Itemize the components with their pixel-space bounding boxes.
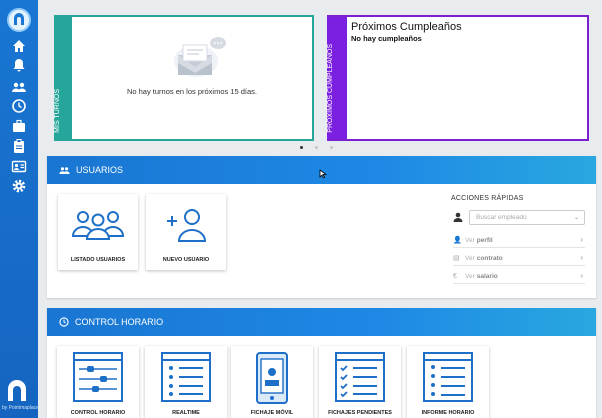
tile-label: NUEVO USUARIO — [162, 257, 210, 263]
listado-usuarios-tile[interactable]: LISTADO USUARIOS — [58, 194, 138, 270]
app-logo[interactable] — [7, 8, 31, 32]
search-employee-select[interactable]: Buscar empleado ⌄ — [469, 210, 585, 225]
clock-icon — [59, 317, 69, 327]
carousel-dots — [300, 146, 333, 149]
turnos-empty-message: No hay turnos en los próximos 15 días. — [126, 87, 258, 96]
id-card-icon[interactable] — [11, 158, 27, 174]
search-placeholder: Buscar empleado — [476, 214, 527, 221]
cumpleanos-card: PRÓXIMOS CUMPLEAÑOS Próximos Cumpleaños … — [327, 15, 589, 141]
informe-horario-tile[interactable]: INFORME HORARIO — [407, 346, 489, 418]
ver-perfil-action[interactable]: 👤 Ver perfil › — [453, 233, 585, 248]
tile-label: LISTADO USUARIOS — [70, 257, 126, 263]
usuarios-title: USUARIOS — [76, 165, 124, 175]
action-prefix: Ver — [465, 272, 475, 280]
cumpleanos-subtitle: No hay cumpleaños — [351, 34, 422, 43]
tile-label: FICHAJE MÓVIL — [250, 410, 294, 416]
action-prefix: Ver — [465, 254, 475, 262]
cumpleanos-strip: PRÓXIMOS CUMPLEAÑOS — [327, 17, 347, 139]
chevron-down-icon: ⌄ — [573, 215, 579, 221]
action-label: salario — [476, 272, 498, 280]
clipboard-icon[interactable] — [11, 138, 27, 154]
user-icon: 👤 — [453, 237, 462, 244]
ver-salario-action[interactable]: € Ver salario › — [453, 269, 585, 284]
tile-label: CONTROL HORARIO — [70, 410, 126, 416]
turnos-strip: MIS TURNOS — [54, 17, 72, 139]
brand-logo — [8, 380, 26, 401]
mobile-phone-icon — [256, 352, 288, 404]
carousel-dot[interactable] — [300, 146, 303, 149]
control-horario-panel: CONTROL HORARIO CONTROL HORARIO REALTIME… — [47, 308, 596, 418]
mouse-cursor-icon — [319, 169, 327, 179]
tile-label: REALTIME — [172, 410, 200, 416]
bell-icon[interactable] — [11, 57, 27, 73]
realtime-list-icon — [161, 352, 211, 402]
control-horario-title: CONTROL HORARIO — [75, 317, 164, 327]
action-label: perfil — [476, 236, 493, 244]
sliders-window-icon — [73, 352, 123, 402]
briefcase-icon[interactable] — [11, 118, 27, 134]
add-user-icon — [167, 209, 207, 242]
cumpleanos-title: Próximos Cumpleaños — [351, 21, 462, 33]
brand-text: by Pointmaplace — [2, 405, 39, 411]
users-group-icon — [71, 211, 125, 240]
clock-icon[interactable] — [11, 98, 27, 114]
report-list-icon — [423, 352, 473, 402]
gear-icon[interactable] — [11, 178, 27, 194]
sidebar: by Pointmaplace — [0, 0, 39, 418]
home-icon[interactable] — [11, 38, 27, 54]
users-icon — [59, 166, 70, 174]
realtime-tile[interactable]: REALTIME — [145, 346, 227, 418]
carousel-dot[interactable] — [330, 146, 333, 149]
control-horario-header: CONTROL HORARIO — [47, 308, 596, 336]
chevron-right-icon: › — [580, 271, 583, 280]
action-label: contrato — [476, 254, 503, 262]
chevron-right-icon: › — [580, 235, 583, 244]
tile-label: FICHAJES PENDIENTES — [328, 410, 392, 416]
turnos-side-label: MIS TURNOS — [54, 89, 61, 133]
turnos-card: MIS TURNOS No hay turnos en los próximos… — [54, 15, 314, 141]
control-horario-tile[interactable]: CONTROL HORARIO — [57, 346, 139, 418]
nuevo-usuario-tile[interactable]: NUEVO USUARIO — [146, 194, 226, 270]
action-prefix: Ver — [465, 236, 475, 244]
euro-icon: € — [453, 272, 457, 280]
tile-label: INFORME HORARIO — [421, 410, 475, 416]
carousel-dot[interactable] — [315, 146, 318, 149]
person-icon — [453, 212, 463, 222]
users-icon[interactable] — [11, 79, 27, 95]
fichajes-pendientes-tile[interactable]: FICHAJES PENDIENTES — [319, 346, 401, 418]
acciones-title: ACCIONES RÁPIDAS — [451, 195, 524, 202]
checklist-icon — [335, 352, 385, 402]
document-icon: ▤ — [453, 255, 460, 262]
chevron-right-icon: › — [580, 253, 583, 262]
fichaje-movil-tile[interactable]: FICHAJE MÓVIL — [231, 346, 313, 418]
empty-inbox-icon — [174, 37, 226, 77]
ver-contrato-action[interactable]: ▤ Ver contrato › — [453, 251, 585, 266]
cumpleanos-side-label: PRÓXIMOS CUMPLEAÑOS — [327, 44, 334, 133]
